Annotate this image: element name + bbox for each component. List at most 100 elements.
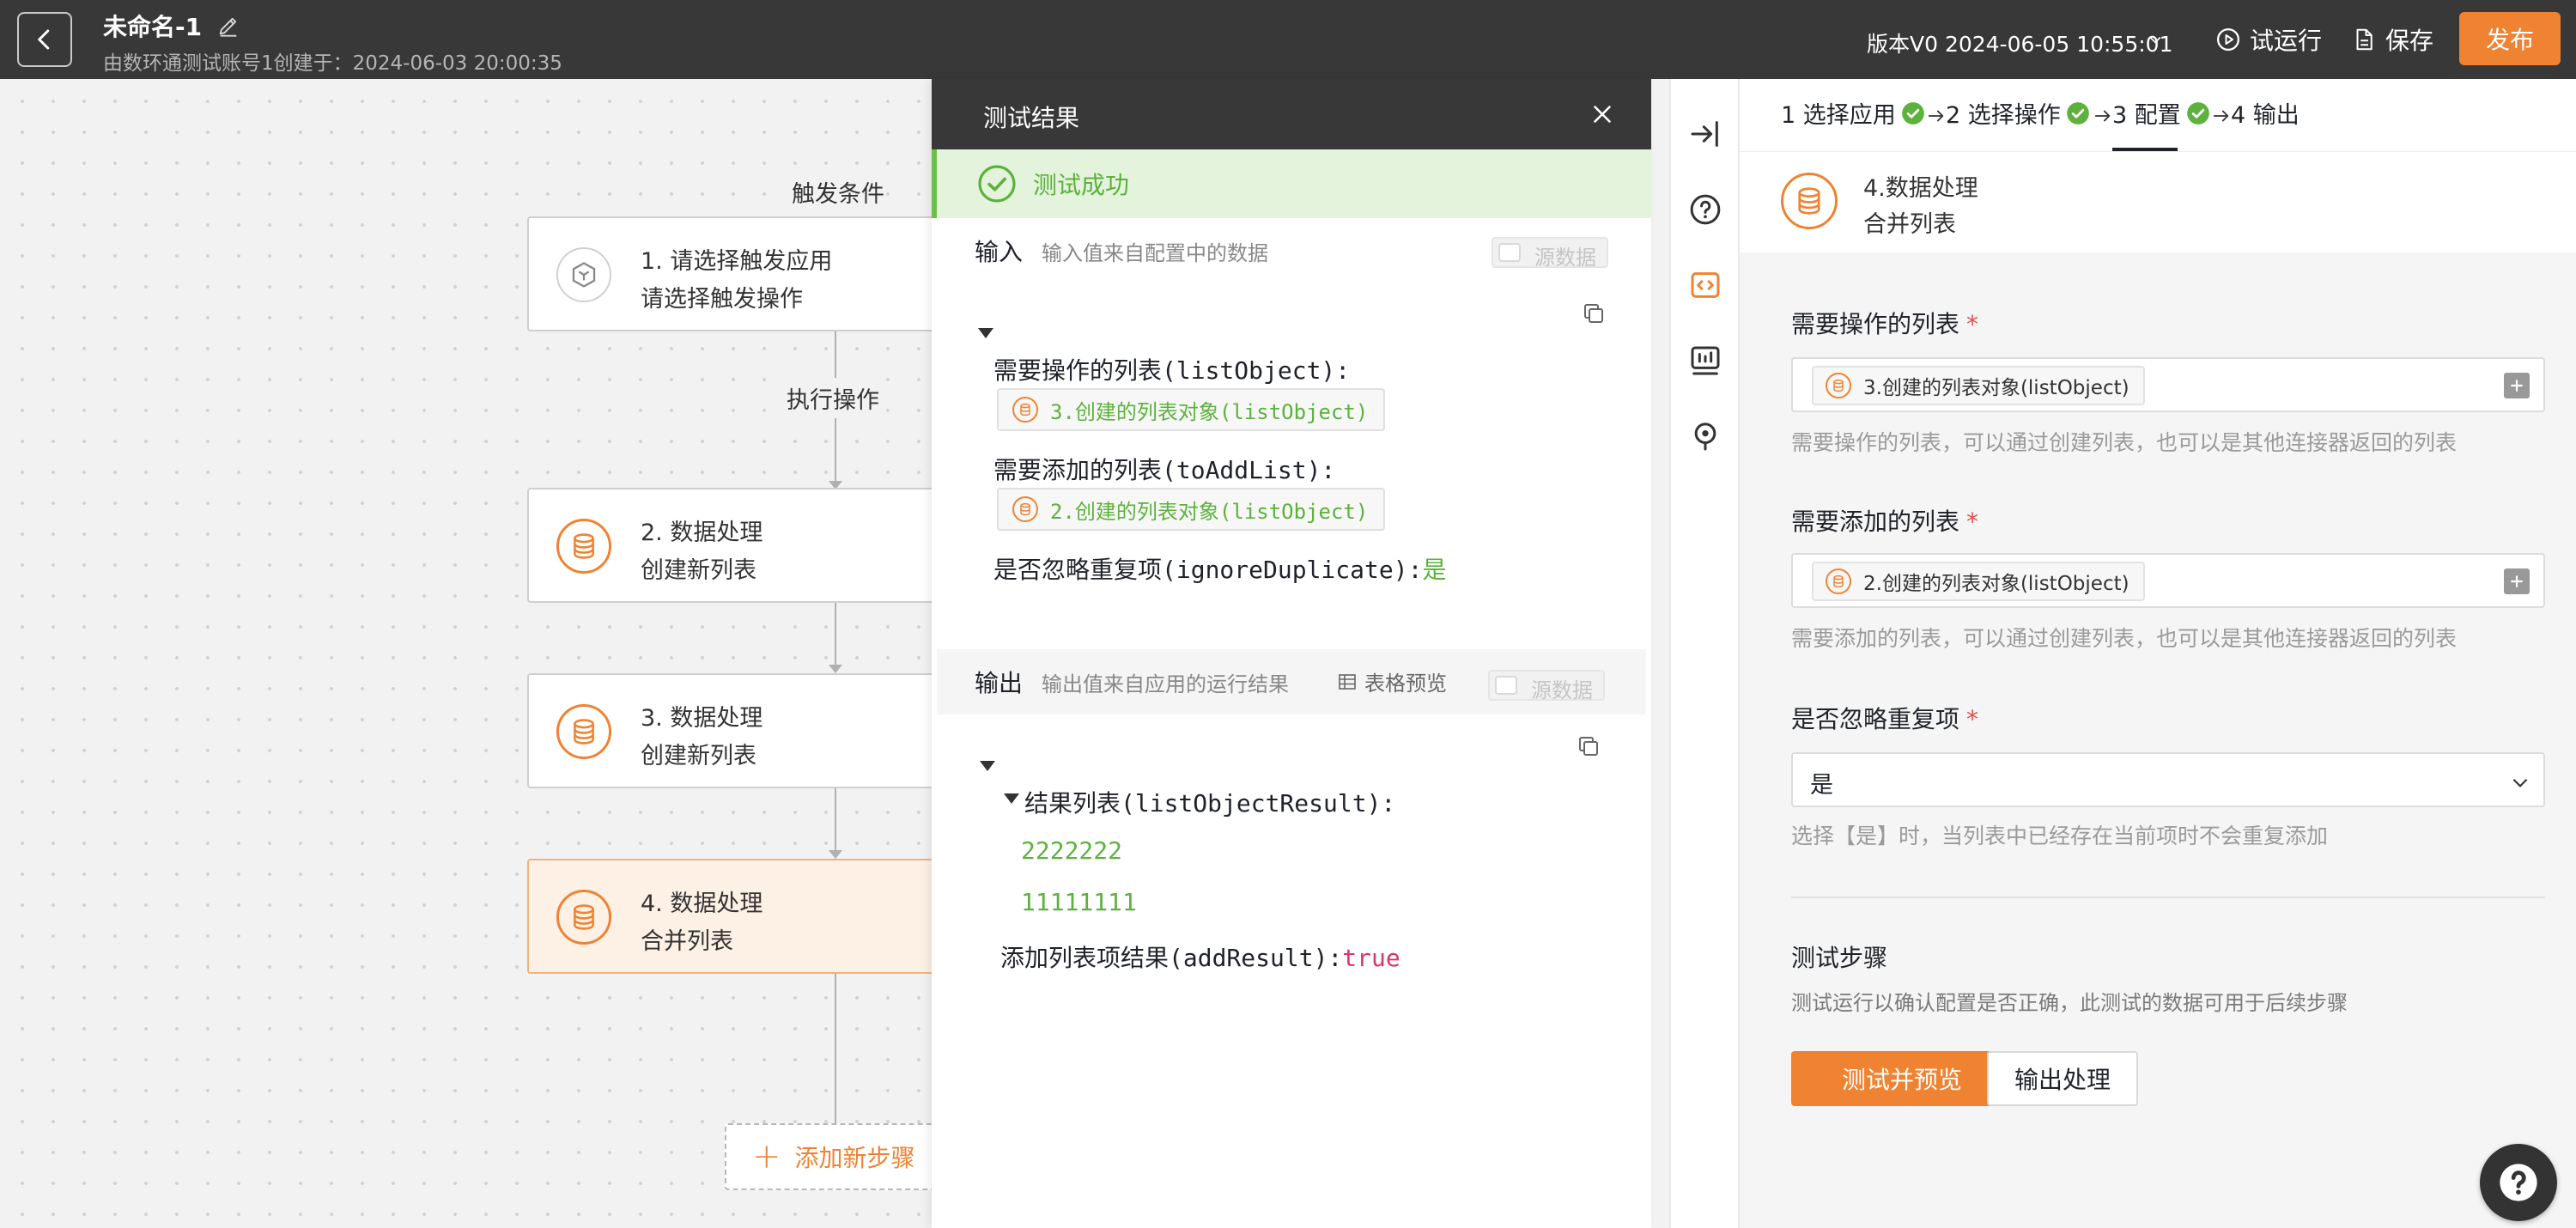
- flow-node-3[interactable]: 3. 数据处理 创建新列表: [527, 673, 939, 788]
- ignore-duplicate-value: 是: [1422, 556, 1447, 584]
- node-icon-wrap: [1781, 173, 1838, 229]
- field-value-tag[interactable]: 2.创建的列表对象(listObject): [1812, 562, 2145, 601]
- node-subtitle: 创建新列表: [641, 743, 756, 769]
- node-info-subtitle: 合并列表: [1863, 211, 1956, 238]
- add-step-button[interactable]: + 添加新步骤: [725, 1123, 939, 1190]
- database-icon: [1012, 397, 1038, 423]
- ignore-duplicate-select[interactable]: 是: [1791, 752, 2545, 807]
- connector-arrow: [829, 665, 842, 673]
- arrow-right-icon: [2213, 110, 2229, 122]
- collapse-panel-icon[interactable]: [1688, 117, 1722, 151]
- output-source-toggle[interactable]: 源数据: [1488, 670, 1605, 702]
- connector-line: [835, 974, 836, 1123]
- field-label: 需要操作的列表 *: [1791, 306, 1978, 340]
- arrow-right-icon: [2094, 110, 2111, 122]
- flow-node-2[interactable]: 2. 数据处理 创建新列表: [527, 488, 939, 603]
- step-output[interactable]: 4 输出: [2231, 96, 2300, 130]
- table-preview-button[interactable]: 表格预览: [1337, 666, 1447, 696]
- add-result-value: true: [1342, 944, 1400, 972]
- back-button[interactable]: [17, 12, 72, 67]
- node-info-card: 4.数据处理 合并列表: [1740, 151, 2576, 252]
- publish-button[interactable]: 发布: [2459, 12, 2561, 65]
- list-object-input[interactable]: 3.创建的列表对象(listObject): [1791, 357, 2545, 412]
- field-value-text: 2.创建的列表对象(listObject): [1863, 573, 2129, 595]
- plus-icon: [2511, 380, 2523, 392]
- add-result-label: 添加列表项结果(addResult):: [1000, 944, 1343, 972]
- close-icon[interactable]: [1588, 100, 1617, 129]
- ignore-duplicate-row: 是否忽略重复项(ignoreDuplicate):是: [993, 551, 1446, 586]
- help-circle-icon: [2500, 1164, 2537, 1201]
- node-icon-wrap: [556, 247, 611, 302]
- save-button[interactable]: 保存: [2351, 22, 2433, 57]
- field-help-text: 选择【是】时，当列表中已经存在当前项时不会重复添加: [1791, 824, 2329, 848]
- node-subtitle: 合并列表: [641, 928, 733, 955]
- trigger-condition-label: 触发条件: [792, 181, 884, 208]
- collapse-triangle-icon[interactable]: [1004, 793, 1019, 804]
- edit-pencil-icon[interactable]: [216, 14, 240, 38]
- node-icon-wrap: [556, 704, 611, 759]
- chevron-down-icon: [2512, 778, 2528, 787]
- help-float-button[interactable]: [2480, 1144, 2557, 1221]
- collapse-triangle-icon[interactable]: [978, 328, 993, 338]
- execute-action-label: 执行操作: [787, 378, 879, 418]
- config-panel: 1 选择应用 2 选择操作 3 配置 4 输出 4.数据处理 合并列表 需要操作…: [1740, 79, 2576, 1228]
- step-label: 3 配置: [2112, 102, 2181, 129]
- copy-icon[interactable]: [1576, 733, 1601, 759]
- node-subtitle: 请选择触发操作: [641, 286, 803, 313]
- add-variable-button[interactable]: [2504, 568, 2530, 594]
- log-panel-icon[interactable]: [1688, 343, 1722, 378]
- connector-line: [835, 443, 836, 483]
- test-step-title: 测试步骤: [1791, 944, 1888, 972]
- select-value: 是: [1810, 772, 1833, 799]
- database-icon: [574, 904, 594, 930]
- check-circle-icon: [978, 165, 1016, 203]
- hexagon-app-icon: [572, 262, 596, 288]
- toggle-knob: [1498, 243, 1521, 262]
- database-icon: [574, 533, 594, 559]
- flow-node-1[interactable]: 1. 请选择触发应用 请选择触发操作: [527, 216, 939, 331]
- version-selector[interactable]: 版本V0 2024-06-05 10:55:01: [1867, 27, 2172, 58]
- flow-created-info: 由数环通测试账号1创建于：2024-06-03 20:00:35: [103, 52, 562, 75]
- test-panel-title: 测试结果: [983, 104, 1080, 132]
- add-result-row: 添加列表项结果(addResult):true: [1000, 939, 1400, 974]
- bulb-icon[interactable]: [1688, 419, 1722, 453]
- copy-icon[interactable]: [1581, 301, 1607, 326]
- step-label: 1 选择应用: [1781, 102, 1896, 129]
- node-title: 3. 数据处理: [641, 705, 763, 732]
- code-config-icon[interactable]: [1688, 268, 1722, 302]
- step-config[interactable]: 3 配置: [2112, 96, 2210, 130]
- ignore-duplicate-label: 是否忽略重复项(ignoreDuplicate):: [993, 556, 1423, 584]
- collapse-triangle-icon[interactable]: [980, 761, 995, 771]
- flow-node-4[interactable]: 4. 数据处理 合并列表: [527, 859, 939, 974]
- success-text: 测试成功: [1033, 171, 1130, 199]
- chevron-down-icon[interactable]: [2147, 31, 2164, 48]
- add-step-label: 添加新步骤: [794, 1144, 915, 1172]
- save-label: 保存: [2385, 27, 2434, 55]
- add-variable-button[interactable]: [2504, 373, 2530, 398]
- connector-arrow: [829, 850, 842, 859]
- field-label-text: 需要添加的列表: [1791, 508, 1960, 536]
- table-preview-label: 表格预览: [1364, 672, 1447, 696]
- field-value-tag[interactable]: 3.创建的列表对象(listObject): [1812, 366, 2145, 405]
- result-value: 2222222: [1021, 836, 1123, 865]
- input-field-tag-text: 2.创建的列表对象(listObject): [1050, 499, 1369, 524]
- input-desc: 输入值来自配置中的数据: [1042, 240, 1269, 265]
- input-source-toggle[interactable]: 源数据: [1492, 237, 1608, 270]
- check-circle-icon: [1901, 101, 1924, 125]
- step-select-action[interactable]: 2 选择操作: [1946, 96, 2090, 130]
- step-select-app[interactable]: 1 选择应用: [1781, 96, 1925, 130]
- field-label: 是否忽略重复项 *: [1791, 701, 1978, 735]
- trial-run-button[interactable]: 试运行: [2215, 22, 2322, 57]
- help-circle-icon[interactable]: [1688, 192, 1722, 227]
- test-panel-header: 测试结果: [932, 79, 1651, 149]
- test-preview-button[interactable]: 测试并预览: [1791, 1051, 2013, 1106]
- node-title: 4. 数据处理: [641, 891, 763, 917]
- plus-icon: [2511, 575, 2523, 587]
- flow-canvas[interactable]: 触发条件 1. 请选择触发应用 请选择触发操作 执行操作 2. 数据处理 创建新…: [0, 79, 939, 1228]
- output-process-button[interactable]: 输出处理: [1987, 1051, 2138, 1106]
- to-add-list-input[interactable]: 2.创建的列表对象(listObject): [1791, 553, 2545, 608]
- steps-bar: 1 选择应用 2 选择操作 3 配置 4 输出: [1740, 79, 2576, 151]
- node-title: 1. 请选择触发应用: [641, 248, 833, 275]
- field-help-text: 需要操作的列表，可以通过创建列表，也可以是其他连接器返回的列表: [1791, 430, 2458, 455]
- chevron-left-icon: [38, 29, 50, 50]
